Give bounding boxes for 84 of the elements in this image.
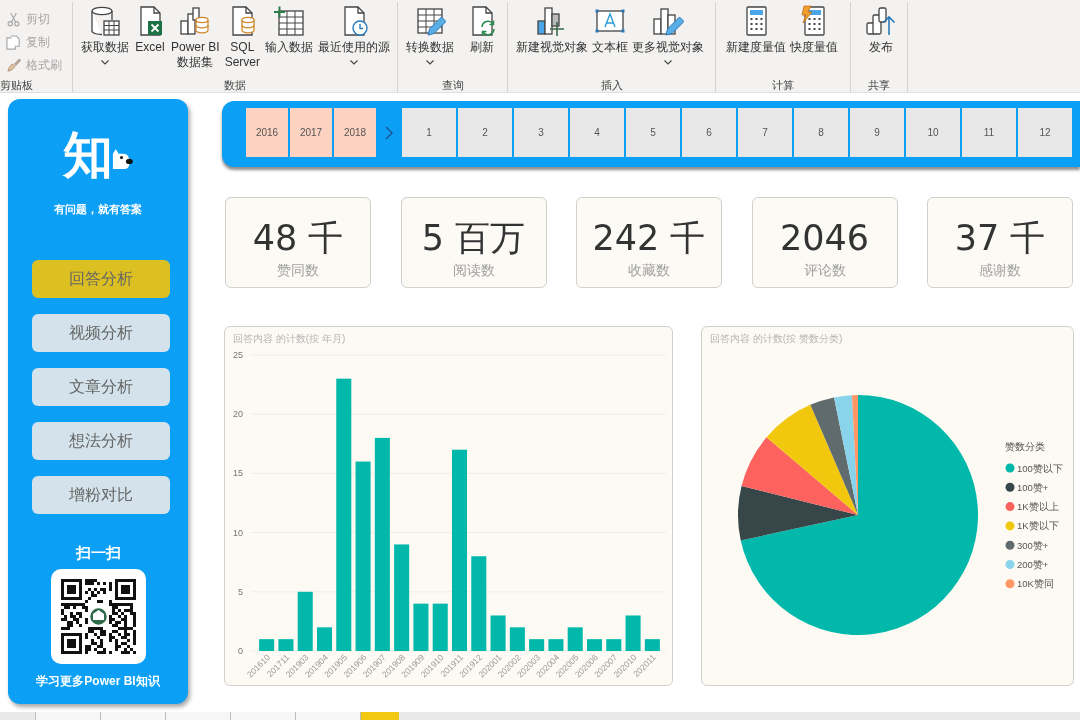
- ribbon-button[interactable]: 新建视觉对象: [514, 2, 590, 55]
- ribbon-button[interactable]: 最近使用的源: [316, 2, 393, 65]
- ribbon-button[interactable]: 转换数据: [404, 2, 456, 65]
- year-button[interactable]: 2018: [334, 108, 376, 157]
- group-label: 计算: [771, 78, 795, 92]
- axis-label: 10: [233, 527, 243, 538]
- legend-label: 1K赞以下: [1017, 520, 1059, 532]
- month-button[interactable]: 7: [738, 108, 792, 157]
- kpi-value: 48 千: [252, 218, 344, 258]
- group-label: 剪贴板: [0, 78, 34, 92]
- month-button[interactable]: 11: [962, 108, 1016, 157]
- year-button[interactable]: 2017: [290, 108, 332, 157]
- axis-label: 5: [238, 586, 243, 597]
- tagline: 有问题，就有答案: [54, 202, 142, 216]
- chevron-right-icon: [385, 125, 393, 140]
- logo-text: 知: [63, 126, 113, 185]
- nav-button[interactable]: 文章分析: [32, 368, 170, 406]
- nav-button[interactable]: 视频分析: [32, 314, 170, 352]
- ribbon-button[interactable]: 快度量值: [788, 2, 840, 55]
- legend-title: 赞数分类: [1005, 441, 1045, 452]
- ribbon-button[interactable]: Power BI 数据集: [169, 2, 222, 70]
- legend-label: 200赞+: [1017, 559, 1049, 570]
- kpi-label: 收藏数: [628, 262, 670, 278]
- group-label: 数据: [223, 78, 247, 92]
- kpi-value: 242 千: [592, 218, 706, 258]
- bars-up-arrow-icon: [865, 5, 897, 37]
- month-button[interactable]: 1: [402, 108, 456, 157]
- page-tab[interactable]: [165, 712, 230, 720]
- month-button[interactable]: 3: [514, 108, 568, 157]
- table-plus-icon: [273, 5, 306, 37]
- ribbon-button[interactable]: 输入数据: [263, 2, 316, 55]
- page-tab[interactable]: [230, 712, 295, 720]
- kpi-value: 5 百万: [421, 218, 526, 258]
- legend-label: 1K赞以上: [1017, 501, 1059, 513]
- month-button[interactable]: 2: [458, 108, 512, 157]
- legend-label: 300赞+: [1017, 539, 1049, 551]
- database-table-icon: [89, 5, 121, 37]
- year-button[interactable]: 2016: [246, 108, 288, 157]
- legend-label: 100赞+: [1017, 481, 1049, 493]
- group-label: 查询: [440, 78, 465, 92]
- month-button[interactable]: 4: [570, 108, 624, 157]
- axis-label: 15: [233, 468, 243, 479]
- axis-label: 0: [238, 646, 243, 656]
- ribbon-button[interactable]: 文本框: [590, 2, 630, 55]
- footer-text: 学习更多Power BI知识: [36, 674, 160, 688]
- ribbon-button[interactable]: 更多视觉对象: [630, 2, 706, 65]
- kpi-value: 2046: [779, 218, 870, 258]
- chart-pencil-icon: [652, 5, 684, 37]
- ribbon-button[interactable]: 获取数据: [79, 2, 131, 65]
- month-button[interactable]: 9: [850, 108, 904, 157]
- kpi-label: 阅读数: [452, 262, 495, 278]
- scan-label: 扫一扫: [75, 544, 121, 562]
- month-button[interactable]: 10: [906, 108, 960, 157]
- bars-database-icon: [179, 5, 212, 37]
- month-button[interactable]: 5: [626, 108, 680, 157]
- kpi-label: 评论数: [803, 262, 846, 278]
- page-tab[interactable]: [295, 712, 360, 720]
- ribbon-button[interactable]: 发布: [863, 2, 899, 55]
- nav-button[interactable]: 想法分析: [32, 422, 170, 460]
- page-tab[interactable]: [100, 712, 165, 720]
- kpi-label: 赞同数: [277, 262, 319, 278]
- brush-icon: [6, 58, 21, 73]
- kpi-value: 37 千: [954, 218, 1046, 258]
- group-label: 插入: [599, 78, 624, 92]
- dog-head-icon: [111, 148, 133, 170]
- ribbon-button[interactable]: SQL Server: [222, 2, 263, 70]
- scissors-icon: [6, 12, 21, 27]
- legend-label: 100赞以下: [1017, 462, 1063, 474]
- ribbon-button[interactable]: Excel: [132, 2, 168, 55]
- month-button[interactable]: 8: [794, 108, 848, 157]
- month-button[interactable]: 6: [682, 108, 736, 157]
- copy-icon: [6, 35, 21, 50]
- page-tab[interactable]: [35, 712, 100, 720]
- legend-label: 10K赞同: [1017, 578, 1054, 590]
- axis-label: 25: [233, 350, 243, 360]
- nav-button[interactable]: 增粉对比: [32, 476, 170, 514]
- page-tab[interactable]: [360, 712, 399, 720]
- ribbon-button[interactable]: 刷新: [464, 2, 500, 55]
- kpi-label: 感谢数: [979, 262, 1021, 278]
- axis-label: 20: [233, 409, 243, 420]
- group-label: 共享: [867, 78, 891, 92]
- month-button[interactable]: 12: [1018, 108, 1072, 157]
- ribbon-button[interactable]: 新建度量值: [724, 2, 788, 55]
- table-pencil-icon: [414, 5, 446, 37]
